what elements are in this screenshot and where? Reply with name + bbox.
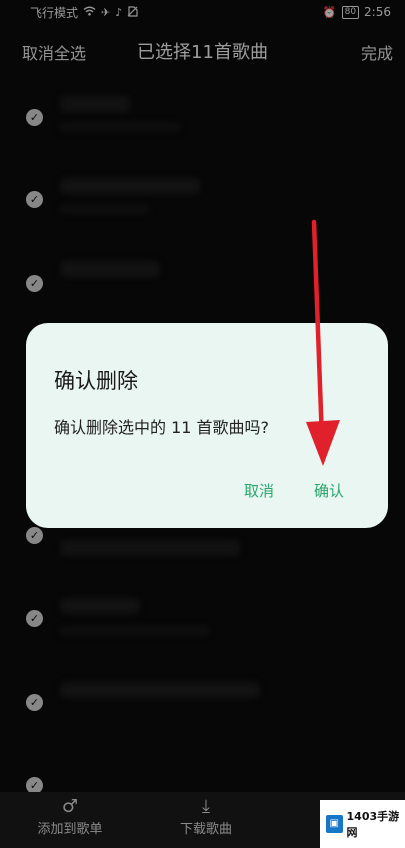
download-button[interactable]: ⤓ 下载歌曲 bbox=[166, 796, 246, 837]
add-to-playlist-label: 添加到歌单 bbox=[37, 822, 103, 837]
dialog-cancel-button[interactable]: 取消 bbox=[244, 480, 274, 501]
dialog-title: 确认删除 bbox=[54, 369, 138, 393]
dialog-message: 确认删除选中的 11 首歌曲吗? bbox=[54, 418, 270, 437]
confirm-delete-dialog: 确认删除 确认删除选中的 11 首歌曲吗? 取消 确认 bbox=[26, 323, 388, 528]
watermark-text: 1403手游网 bbox=[346, 810, 400, 839]
dialog-confirm-button[interactable]: 确认 bbox=[314, 480, 344, 501]
download-icon: ⤓ bbox=[202, 796, 210, 817]
add-playlist-icon: ♂ bbox=[61, 796, 79, 817]
watermark-logo-icon: ▣ bbox=[326, 815, 343, 833]
download-label: 下载歌曲 bbox=[179, 822, 232, 837]
screen: 飞行模式 ✈ ♪ ⏰ 80 2:56 取消全选 已选择11首歌曲 完成 ✓ ✓ … bbox=[0, 0, 405, 848]
add-to-playlist-button[interactable]: ♂ 添加到歌单 bbox=[30, 796, 110, 837]
watermark: ▣ 1403手游网 bbox=[320, 800, 405, 848]
